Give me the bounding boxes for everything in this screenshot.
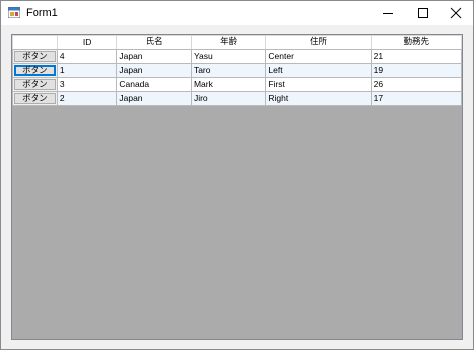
button-cell: ボタン <box>12 77 58 92</box>
cell-age[interactable]: Taro <box>190 63 267 78</box>
table-row[interactable]: ボタン 3 Canada Mark First 26 <box>12 77 462 92</box>
cell-address[interactable]: First <box>265 77 372 92</box>
cell-workplace[interactable]: 26 <box>370 77 462 92</box>
close-button[interactable] <box>437 1 474 25</box>
header-corner-cell[interactable] <box>12 35 58 50</box>
winforms-app-icon <box>8 7 20 18</box>
cell-age[interactable]: Jiro <box>190 91 267 106</box>
row-button[interactable]: ボタン <box>14 93 56 104</box>
data-grid-view[interactable]: ID 氏名 年齢 住所 勤務先 ボタン 4 Japan Yasu Center … <box>11 34 463 340</box>
table-row[interactable]: ボタン 2 Japan Jiro Right 17 <box>12 91 462 106</box>
cell-address[interactable]: Left <box>265 63 372 78</box>
maximize-icon <box>418 8 428 18</box>
cell-workplace[interactable]: 17 <box>370 91 462 106</box>
minimize-icon <box>383 13 393 14</box>
column-header-name[interactable]: 氏名 <box>116 35 192 50</box>
column-header-address[interactable]: 住所 <box>265 35 372 50</box>
cell-id[interactable]: 1 <box>56 63 118 78</box>
column-header-row: ID 氏名 年齢 住所 勤務先 <box>12 35 462 50</box>
cell-age[interactable]: Yasu <box>190 49 267 64</box>
cell-id[interactable]: 3 <box>56 77 118 92</box>
cell-address[interactable]: Right <box>265 91 372 106</box>
column-header-workplace[interactable]: 勤務先 <box>370 35 462 50</box>
row-button[interactable]: ボタン <box>14 79 56 90</box>
table-row[interactable]: ボタン 4 Japan Yasu Center 21 <box>12 49 462 64</box>
table-row[interactable]: ボタン 1 Japan Taro Left 19 <box>12 63 462 78</box>
cell-address[interactable]: Center <box>265 49 372 64</box>
column-header-id[interactable]: ID <box>56 35 118 50</box>
cell-name[interactable]: Japan <box>116 49 192 64</box>
button-cell: ボタン <box>12 63 58 78</box>
button-cell: ボタン <box>12 49 58 64</box>
title-bar[interactable]: Form1 <box>1 1 473 25</box>
button-cell: ボタン <box>12 91 58 106</box>
column-header-age[interactable]: 年齢 <box>190 35 267 50</box>
minimize-button[interactable] <box>369 1 407 25</box>
form-client-area: ID 氏名 年齢 住所 勤務先 ボタン 4 Japan Yasu Center … <box>8 30 466 343</box>
cell-name[interactable]: Japan <box>116 91 192 106</box>
cell-workplace[interactable]: 21 <box>370 49 462 64</box>
row-button[interactable]: ボタン <box>14 65 56 76</box>
close-icon <box>450 7 462 19</box>
cell-age[interactable]: Mark <box>190 77 267 92</box>
cell-id[interactable]: 2 <box>56 91 118 106</box>
form1-window: Form1 ID 氏名 年齢 住所 勤務先 ボタン 4 Japan Yasu C… <box>0 0 474 350</box>
cell-name[interactable]: Canada <box>116 77 192 92</box>
row-button[interactable]: ボタン <box>14 51 56 62</box>
grid-table: ID 氏名 年齢 住所 勤務先 ボタン 4 Japan Yasu Center … <box>12 35 462 106</box>
cell-name[interactable]: Japan <box>116 63 192 78</box>
cell-id[interactable]: 4 <box>56 49 118 64</box>
window-title: Form1 <box>26 7 58 19</box>
cell-workplace[interactable]: 19 <box>370 63 462 78</box>
